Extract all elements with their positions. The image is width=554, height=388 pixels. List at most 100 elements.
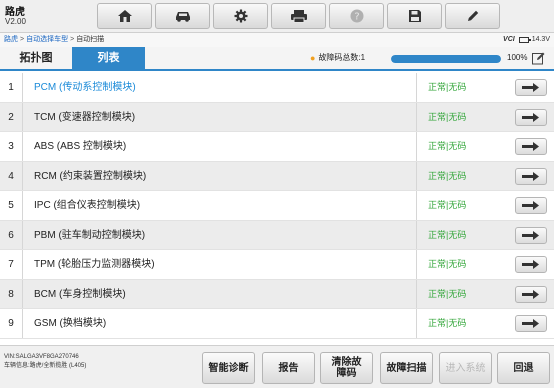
module-detail-button[interactable] <box>515 256 547 273</box>
enter-system-button: 进入系统 <box>439 352 492 384</box>
arrow-right-icon <box>522 112 539 122</box>
arrow-right-icon <box>522 201 539 210</box>
edit-button[interactable] <box>445 3 500 29</box>
module-detail-button[interactable] <box>515 79 547 96</box>
table-row[interactable]: 8 BCM (车身控制模块) 正常|无码 <box>0 279 554 309</box>
module-status: 正常|无码 <box>428 111 467 122</box>
home-button[interactable] <box>97 3 152 29</box>
row-number: 8 <box>8 288 14 300</box>
column-divider <box>22 220 23 249</box>
save-button[interactable] <box>387 3 442 29</box>
column-divider <box>416 250 417 279</box>
module-status: 正常|无码 <box>428 318 467 328</box>
table-row[interactable]: 4 RCM (约束装置控制模块) 正常|无码 <box>0 161 554 191</box>
row-number: 4 <box>8 170 14 182</box>
module-name: RCM (约束装置控制模块) <box>34 170 147 182</box>
arrow-right-icon <box>522 230 539 240</box>
column-divider <box>416 132 417 161</box>
arrow-right-icon <box>522 260 539 269</box>
print-button[interactable] <box>271 3 326 29</box>
table-row[interactable]: 2 TCM (变速器控制模块) 正常|无码 <box>0 102 554 132</box>
column-divider <box>416 309 417 338</box>
module-detail-button[interactable] <box>515 108 547 126</box>
breadcrumb-separator: > <box>70 36 75 43</box>
tab-list[interactable]: 列表 <box>72 47 145 69</box>
vehicle-button[interactable] <box>155 3 210 29</box>
module-name: BCM (车身控制模块) <box>34 288 126 300</box>
pencil-icon <box>467 10 478 21</box>
module-name: PBM (驻车制动控制模块) <box>34 229 146 241</box>
column-divider <box>416 161 417 190</box>
breadcrumb-separator: > <box>20 36 25 43</box>
table-row[interactable]: 5 IPC (组合仪表控制模块) 正常|无码 <box>0 191 554 221</box>
module-name: TPM (轮胎压力监测器模块) <box>34 259 155 270</box>
table-row[interactable]: 1 PCM (传动系控制模块) 正常|无码 <box>0 73 554 103</box>
table-row[interactable]: 6 PBM (驻车制动控制模块) 正常|无码 <box>0 220 554 250</box>
row-number: 7 <box>8 259 14 270</box>
module-detail-button[interactable] <box>515 138 547 155</box>
app-version: V2.00 <box>5 17 26 26</box>
report-edit-icon[interactable] <box>532 52 545 70</box>
back-button[interactable]: 回退 <box>497 352 550 384</box>
car-icon <box>175 12 190 22</box>
column-divider <box>22 191 23 220</box>
arrow-right-icon <box>522 142 539 151</box>
fault-scan-button[interactable]: 故障扫描 <box>380 352 433 384</box>
scan-progress-text: 100% <box>507 53 528 62</box>
clear-codes-button[interactable]: 清除故障码 <box>320 352 373 384</box>
dtc-count: ● 故障码总数:1 <box>310 52 365 63</box>
column-divider <box>22 279 23 308</box>
vehicle-info-text: 车辆信息:路虎/全新揽胜 (L405) <box>4 363 87 369</box>
row-number: 6 <box>8 229 14 241</box>
row-number: 3 <box>8 141 14 152</box>
module-status: 正常|无码 <box>428 141 467 151</box>
smart-diagnosis-button[interactable]: 智能诊断 <box>202 352 255 384</box>
column-divider <box>22 102 23 131</box>
module-name: TCM (变速器控制模块) <box>34 111 136 123</box>
column-divider <box>416 102 417 131</box>
arrow-right-icon <box>522 319 539 328</box>
row-number: 9 <box>8 318 14 329</box>
module-detail-button[interactable] <box>515 197 547 214</box>
module-status: 正常|无码 <box>428 200 467 210</box>
help-icon: ? <box>350 9 363 23</box>
battery-icon <box>518 37 531 43</box>
column-divider <box>416 73 417 102</box>
vehicle-info: VIN:SALGA3VF8GA270746 车辆信息:路虎/全新揽胜 (L405… <box>4 353 86 371</box>
settings-button[interactable] <box>213 3 268 29</box>
module-detail-button[interactable] <box>515 285 547 303</box>
module-detail-button[interactable] <box>515 315 547 332</box>
save-icon <box>408 10 421 22</box>
row-number: 5 <box>8 200 14 211</box>
printer-icon <box>290 10 307 23</box>
vci-indicator: VCI <box>503 36 515 43</box>
tab-topology[interactable]: 拓扑图 <box>0 47 72 69</box>
module-status: 正常|无码 <box>428 82 467 92</box>
module-name: ABS (ABS 控制模块) <box>34 141 127 152</box>
table-row[interactable]: 3 ABS (ABS 控制模块) 正常|无码 <box>0 132 554 162</box>
top-bar: 路虎 V2.00 ? <box>0 0 554 33</box>
breadcrumb-item-brand[interactable]: 路虎 <box>4 36 18 43</box>
column-divider <box>416 279 417 308</box>
scan-progress-bar <box>391 55 501 63</box>
module-name: GSM (换档模块) <box>34 318 107 329</box>
module-name: IPC (组合仪表控制模块) <box>34 200 141 211</box>
arrow-right-icon <box>522 83 539 92</box>
column-divider <box>22 73 23 102</box>
breadcrumb-item-auto-select[interactable]: 自动选择车型 <box>26 36 68 43</box>
help-button[interactable]: ? <box>329 3 384 29</box>
module-detail-button[interactable] <box>515 226 547 244</box>
table-row[interactable]: 9 GSM (换档模块) 正常|无码 <box>0 309 554 339</box>
row-number: 2 <box>8 111 14 123</box>
toolbar: ? <box>97 3 503 29</box>
module-status: 正常|无码 <box>428 259 467 269</box>
table-row[interactable]: 7 TPM (轮胎压力监测器模块) 正常|无码 <box>0 250 554 280</box>
module-detail-button[interactable] <box>515 167 547 185</box>
module-status: 正常|无码 <box>428 229 467 240</box>
svg-text:?: ? <box>354 12 359 23</box>
column-divider <box>22 161 23 190</box>
breadcrumb-item-current: 自动扫描 <box>76 36 105 43</box>
vin-text: VIN:SALGA3VF8GA270746 <box>4 354 79 360</box>
module-name: PCM (传动系控制模块) <box>34 82 136 93</box>
report-button[interactable]: 报告 <box>262 352 315 384</box>
